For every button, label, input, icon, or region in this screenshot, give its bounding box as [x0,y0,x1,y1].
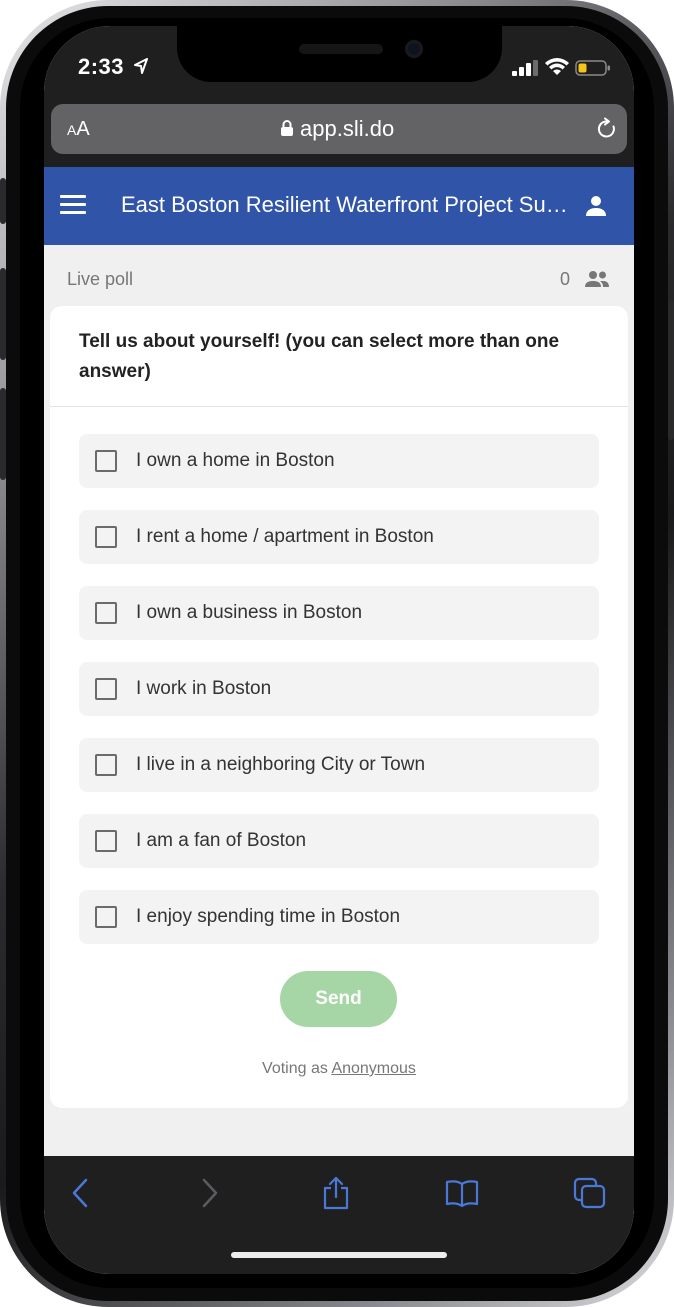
voting-as-text: Voting as Anonymous [50,1060,628,1078]
power-button [668,300,674,440]
send-button[interactable]: Send [280,971,397,1027]
bookmarks-book-icon[interactable] [445,1176,479,1210]
option-label: I rent a home / apartment in Boston [136,526,434,547]
live-poll-label: Live poll [67,269,134,289]
poll-option[interactable]: I enjoy spending time in Boston [79,890,599,944]
back-chevron-icon[interactable] [64,1176,98,1210]
option-label: I enjoy spending time in Boston [136,906,401,927]
option-label: I own a business in Boston [136,602,363,623]
checkbox[interactable] [95,602,117,624]
share-icon[interactable] [319,1176,353,1210]
poll-option[interactable]: I rent a home / apartment in Boston [79,510,599,564]
checkbox[interactable] [95,678,117,700]
divider [50,406,628,407]
text-size-button[interactable]: AA [67,118,90,141]
poll-question: Tell us about yourself! (you can select … [79,331,560,382]
poll-option[interactable]: I work in Boston [79,662,599,716]
browser-toolbar [44,1156,634,1274]
checkbox[interactable] [95,754,117,776]
anonymous-link[interactable]: Anonymous [331,1060,416,1077]
user-profile-icon[interactable] [584,194,608,218]
url-text: app.sli.do [300,116,395,141]
voting-prefix: Voting as [262,1060,328,1077]
phone-screen: 2:33 AA app.sli.do East Boston Resilient… [44,26,634,1274]
option-label: I work in Boston [136,678,272,699]
checkbox[interactable] [95,906,117,928]
hamburger-menu-icon[interactable] [60,195,86,215]
option-label: I live in a neighboring City or Town [136,754,426,775]
wifi-icon [545,58,569,75]
reload-icon[interactable] [595,117,619,141]
checkbox[interactable] [95,830,117,852]
browser-address-region: AA app.sli.do [44,104,634,167]
event-title[interactable]: East Boston Resilient Waterfront Project… [121,192,571,218]
poll-option[interactable]: I own a home in Boston [79,434,599,488]
text-size-small-label: A [67,122,77,138]
poll-card: Tell us about yourself! (you can select … [50,306,628,1108]
text-size-big-label: A [76,118,90,140]
participant-count: 0 [560,269,571,289]
lock-icon [281,120,293,136]
checkbox[interactable] [95,526,117,548]
front-camera [405,40,423,58]
battery-low-icon [575,60,610,76]
status-bar: 2:33 [44,26,634,104]
volume-up-button [0,268,6,360]
checkbox[interactable] [95,450,117,472]
poll-option[interactable]: I own a business in Boston [79,586,599,640]
home-indicator [231,1252,447,1258]
poll-option[interactable]: I live in a neighboring City or Town [79,738,599,792]
people-icon [585,271,609,287]
option-label: I own a home in Boston [136,450,335,471]
forward-chevron-icon[interactable] [192,1176,226,1210]
location-arrow-icon [134,58,148,74]
notch [177,26,502,82]
mute-switch [0,178,6,224]
option-label: I am a fan of Boston [136,830,307,851]
tabs-icon[interactable] [573,1176,607,1210]
status-time: 2:33 [78,54,125,79]
cellular-signal-icon [512,60,538,76]
address-bar[interactable]: AA app.sli.do [51,104,627,154]
speaker-grille [299,44,383,54]
poll-option[interactable]: I am a fan of Boston [79,814,599,868]
app-header: East Boston Resilient Waterfront Project… [44,167,634,245]
volume-down-button [0,388,6,480]
